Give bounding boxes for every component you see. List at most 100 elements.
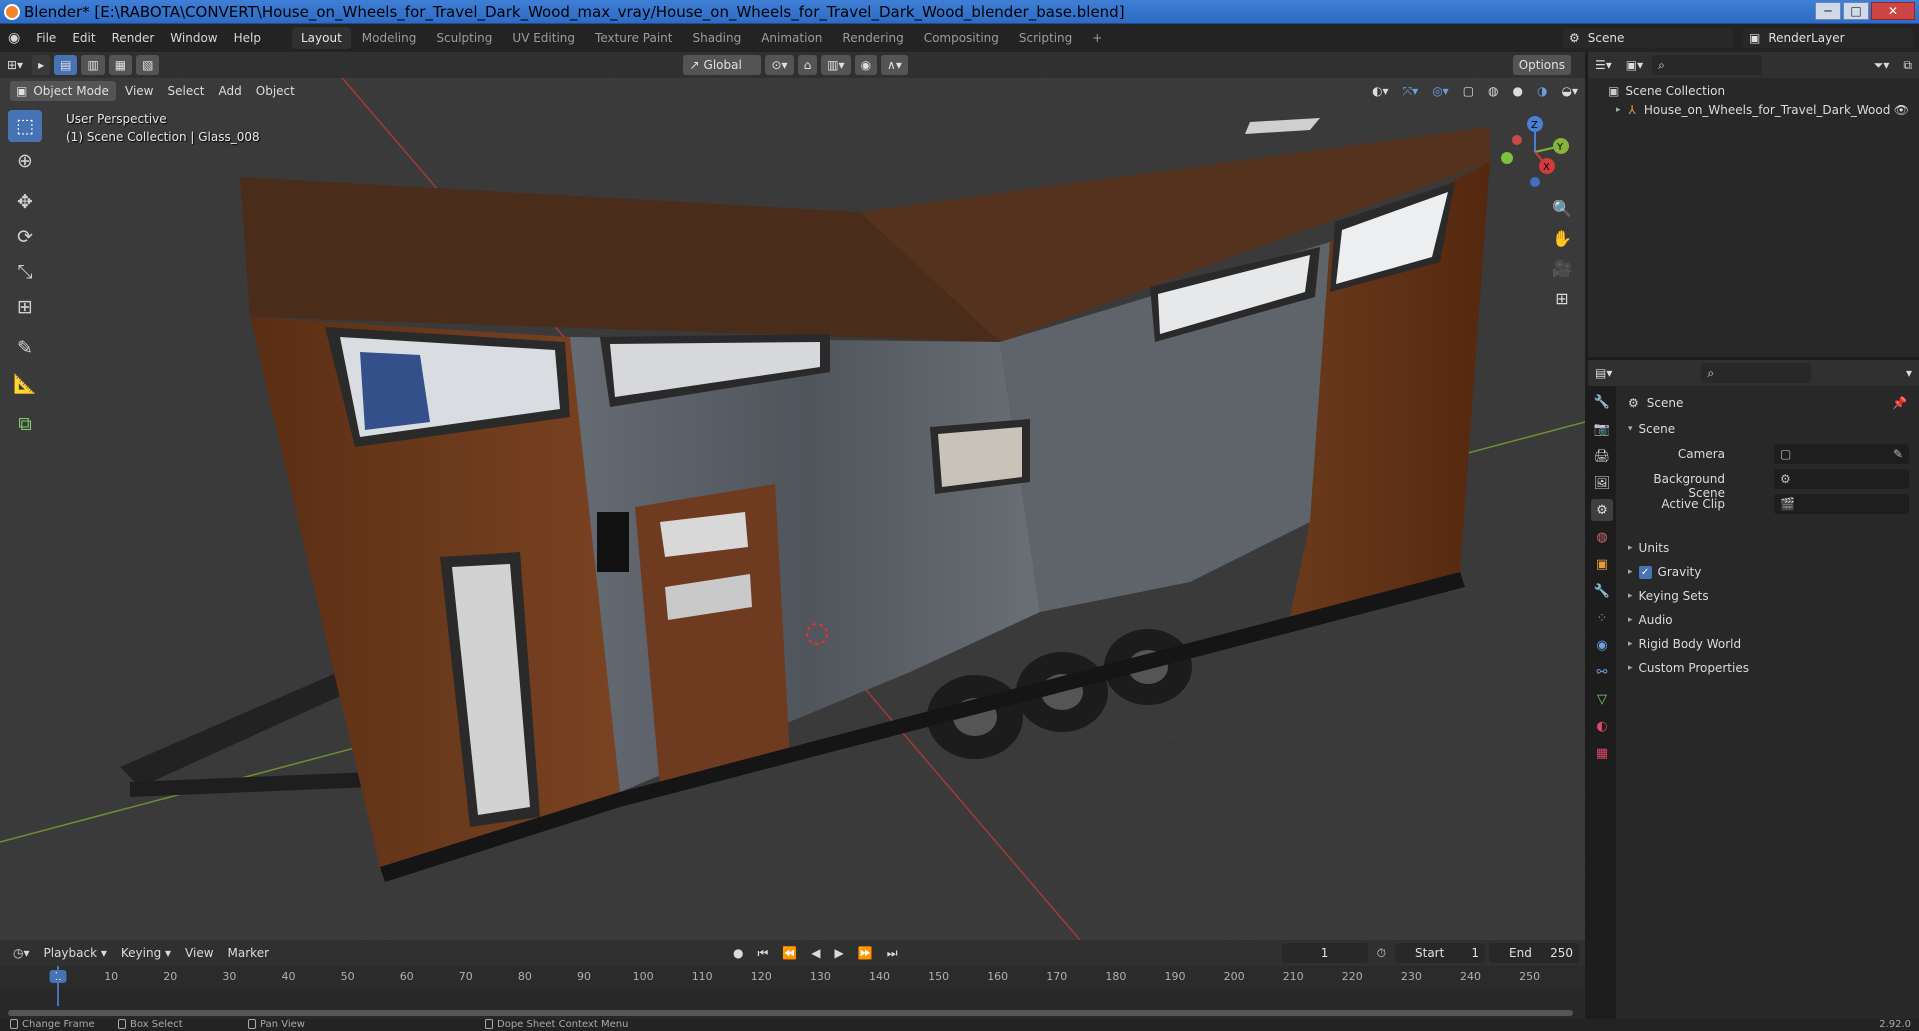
gizmo-toggle-icon[interactable]: ⤧▾	[1396, 84, 1426, 99]
expand-arrow-icon[interactable]: ▸	[1616, 105, 1621, 115]
object-mode-dropdown[interactable]: ▣ Object Mode	[10, 81, 116, 101]
outliner-search-input[interactable]: ⌕	[1652, 55, 1763, 75]
annotate-tool-icon[interactable]: ✎	[8, 332, 42, 364]
custom-properties-panel-header[interactable]: ▸ Custom Properties	[1628, 658, 1909, 678]
selection-invert-icon[interactable]: ▧	[136, 55, 160, 75]
current-frame-field[interactable]: 1	[1281, 943, 1368, 963]
overlay-toggle-icon[interactable]: ◎▾	[1425, 84, 1456, 98]
end-frame-field[interactable]: End 250	[1489, 943, 1579, 963]
tool-tab-icon[interactable]: 🔧	[1591, 391, 1613, 413]
start-frame-field[interactable]: Start 1	[1395, 943, 1485, 963]
properties-options-icon[interactable]: ▾	[1899, 366, 1919, 380]
menu-window[interactable]: Window	[162, 24, 225, 52]
view-layer-selector[interactable]: ▣ RenderLayer	[1743, 28, 1913, 48]
properties-search-input[interactable]: ⌕	[1701, 363, 1812, 383]
menu-file[interactable]: File	[28, 24, 64, 52]
auto-keying-icon[interactable]: ●	[726, 946, 750, 960]
jump-keyframe-back-icon[interactable]: ⏪	[775, 946, 804, 960]
render-tab-icon[interactable]: 📷	[1591, 418, 1613, 440]
selection-extend-icon[interactable]: ▥	[81, 55, 105, 75]
tab-animation[interactable]: Animation	[752, 27, 831, 49]
particles-tab-icon[interactable]: ⁘	[1591, 607, 1613, 629]
jump-keyframe-forward-icon[interactable]: ⏩	[851, 946, 880, 960]
gravity-checkbox[interactable]: ✓	[1638, 565, 1652, 579]
outliner-editor-type-icon[interactable]: ☰▾	[1588, 58, 1619, 72]
output-tab-icon[interactable]: 🖨	[1591, 445, 1613, 467]
viewport-menu-object[interactable]: Object	[249, 84, 302, 98]
blender-menu-icon[interactable]: ◉	[0, 24, 28, 52]
snap-icon[interactable]: ⌂	[797, 55, 818, 75]
timeline-scrollbar[interactable]	[8, 1010, 1573, 1016]
menu-help[interactable]: Help	[226, 24, 269, 52]
tab-uv-editing[interactable]: UV Editing	[503, 27, 584, 49]
jump-start-icon[interactable]: ⏮	[751, 946, 776, 961]
tab-sculpting[interactable]: Sculpting	[427, 27, 501, 49]
shading-rendered-icon[interactable]: ◒▾	[1555, 84, 1586, 98]
object-tab-icon[interactable]: ▣	[1591, 553, 1613, 575]
selection-subtract-icon[interactable]: ▦	[108, 55, 133, 75]
camera-view-icon[interactable]: 🎥	[1549, 255, 1575, 281]
shading-wireframe-icon[interactable]: ◍	[1481, 84, 1505, 98]
audio-panel-header[interactable]: ▸ Audio	[1628, 610, 1909, 630]
rotate-tool-icon[interactable]: ⟳	[8, 221, 42, 253]
outliner-row[interactable]: ▸ ⅄ House_on_Wheels_for_Travel_Dark_Wood…	[1616, 100, 1919, 120]
rigid-body-world-panel-header[interactable]: ▸ Rigid Body World	[1628, 634, 1909, 654]
tab-modeling[interactable]: Modeling	[353, 27, 426, 49]
scene-selector[interactable]: ⚙ Scene	[1563, 28, 1733, 48]
tab-texture-paint[interactable]: Texture Paint	[586, 27, 681, 49]
proportional-editing-icon[interactable]: ◉	[854, 55, 878, 75]
texture-tab-icon[interactable]: ▦	[1591, 742, 1613, 764]
timeline-menu-marker[interactable]: Marker	[221, 946, 276, 960]
falloff-icon[interactable]: ∧▾	[881, 55, 908, 75]
pan-hand-icon[interactable]: ✋	[1549, 225, 1575, 251]
keying-sets-panel-header[interactable]: ▸ Keying Sets	[1628, 586, 1909, 606]
snap-target-icon[interactable]: ▥▾	[821, 55, 851, 75]
properties-editor-type-icon[interactable]: ▤▾	[1588, 366, 1619, 380]
select-tool-icon[interactable]: ▸	[32, 55, 51, 75]
scene-panel-header[interactable]: ▾ Scene	[1628, 422, 1675, 436]
scene-tab-icon[interactable]: ⚙	[1591, 499, 1613, 521]
add-workspace-button[interactable]: +	[1083, 27, 1111, 49]
tab-layout[interactable]: Layout	[291, 27, 351, 49]
frame-ruler[interactable]: 1102030405060708090100110120130140150160…	[0, 966, 1585, 988]
cursor-tool-icon[interactable]: ⊕	[8, 145, 42, 177]
menu-edit[interactable]: Edit	[64, 24, 103, 52]
tab-compositing[interactable]: Compositing	[915, 27, 1008, 49]
camera-field[interactable]: ▢ ✎	[1774, 444, 1909, 464]
ortho-toggle-icon[interactable]: ⊞	[1549, 285, 1575, 311]
timeline-menu-playback[interactable]: Playback ▾	[37, 946, 114, 960]
tab-shading[interactable]: Shading	[683, 27, 750, 49]
measure-tool-icon[interactable]: 📐	[8, 367, 42, 399]
outliner-scene-collection[interactable]: ▣ Scene Collection	[1608, 82, 1725, 100]
timeline-editor-type-icon[interactable]: ◷▾	[6, 946, 37, 960]
visibility-eye-icon[interactable]: 👁	[1894, 103, 1909, 117]
close-button[interactable]: ✕	[1871, 2, 1915, 20]
selection-mode-icon[interactable]: ▤	[54, 55, 78, 75]
maximize-button[interactable]: □	[1843, 2, 1869, 20]
play-reverse-icon[interactable]: ◀	[804, 946, 827, 960]
pin-icon[interactable]: 📌	[1892, 396, 1907, 410]
transform-orientation-dropdown[interactable]: ↗ Global	[683, 55, 762, 75]
xray-toggle-icon[interactable]: ▢	[1456, 84, 1481, 98]
timeline-menu-keying[interactable]: Keying ▾	[114, 946, 178, 960]
physics-tab-icon[interactable]: ◉	[1591, 634, 1613, 656]
scale-tool-icon[interactable]: ⤡	[8, 256, 42, 288]
viewport-menu-select[interactable]: Select	[160, 84, 211, 98]
eyedropper-icon[interactable]: ✎	[1893, 447, 1903, 461]
view-layer-tab-icon[interactable]: 🖼	[1591, 472, 1613, 494]
navigation-gizmo[interactable]: Z Y X	[1495, 112, 1575, 192]
gravity-panel-header[interactable]: ▸ ✓ Gravity	[1628, 562, 1909, 582]
filter-icon[interactable]: ⏷▾	[1867, 58, 1897, 73]
play-icon[interactable]: ▶	[828, 946, 851, 960]
viewport-menu-add[interactable]: Add	[212, 84, 249, 98]
viewport-menu-view[interactable]: View	[118, 84, 160, 98]
constraints-tab-icon[interactable]: ⚯	[1591, 661, 1613, 683]
tab-rendering[interactable]: Rendering	[833, 27, 912, 49]
material-tab-icon[interactable]: ◐	[1591, 715, 1613, 737]
units-panel-header[interactable]: ▸ Units	[1628, 538, 1909, 558]
zoom-icon[interactable]: 🔍	[1549, 195, 1575, 221]
new-collection-icon[interactable]: ⧉	[1896, 58, 1919, 73]
transform-tool-icon[interactable]: ⊞	[8, 291, 42, 323]
select-box-tool-icon[interactable]: ⬚	[8, 110, 42, 142]
editor-type-icon[interactable]: ⊞▾	[0, 58, 30, 72]
